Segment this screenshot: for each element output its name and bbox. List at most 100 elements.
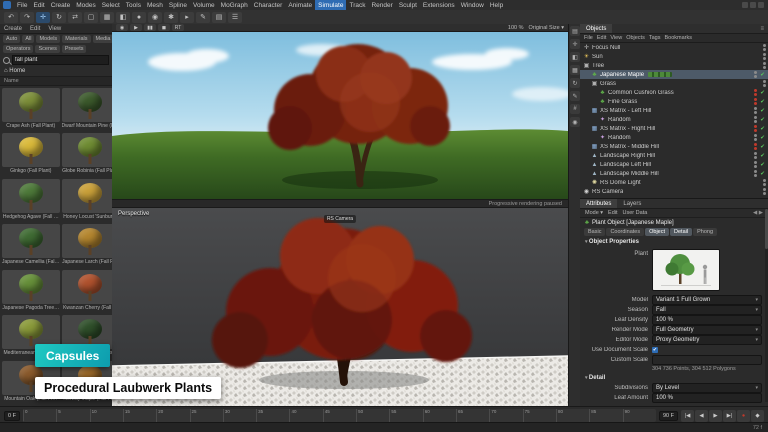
- asset-filter-button[interactable]: All: [22, 35, 34, 43]
- object-tree-item[interactable]: ▲ Landscape Right Hill ✔: [580, 151, 768, 160]
- asset-filter-button[interactable]: Models: [36, 35, 60, 43]
- enabled-checkmark[interactable]: ✔: [759, 144, 766, 150]
- panel-menu-icon[interactable]: ≡: [760, 26, 768, 32]
- toolbar-icon[interactable]: ●: [132, 12, 146, 23]
- tab-objects[interactable]: Objects: [580, 24, 612, 33]
- transport-button[interactable]: ▶|: [723, 410, 736, 422]
- visibility-dots[interactable]: [763, 179, 766, 186]
- object-tree-item[interactable]: ☀ Sun: [580, 52, 768, 61]
- visibility-dots[interactable]: [763, 44, 766, 51]
- object-tree-item[interactable]: ▦ XS Matrix - Middle Hill ✔: [580, 142, 768, 151]
- asset-browser-tab[interactable]: Edit: [26, 26, 44, 32]
- asset-item[interactable]: Kwanzan Cherry (Fall …: [62, 270, 112, 313]
- object-tree-item[interactable]: ♣ Fine Grass ✔: [580, 97, 768, 106]
- transport-button[interactable]: ▶: [709, 410, 722, 422]
- history-arrows[interactable]: ◀ ▶: [753, 210, 763, 216]
- custom-scale-field[interactable]: [652, 355, 762, 365]
- toolbar-icon[interactable]: ✎: [196, 12, 210, 23]
- rail-tool-icon[interactable]: ▤: [570, 26, 580, 36]
- rail-tool-icon[interactable]: ◉: [570, 117, 580, 127]
- asset-browser-tab[interactable]: Create: [0, 26, 26, 32]
- asset-search-input[interactable]: [12, 55, 109, 65]
- asset-item[interactable]: Japanese Camellia (Fal…: [2, 224, 60, 267]
- objects-menu-item[interactable]: View: [610, 35, 622, 41]
- visibility-dots[interactable]: [754, 98, 757, 105]
- transport-button[interactable]: ◆: [751, 410, 764, 422]
- zoom-level[interactable]: 100 %: [508, 25, 524, 31]
- attribute-value-field[interactable]: Fall: [652, 305, 762, 315]
- visibility-dots[interactable]: [754, 116, 757, 123]
- toolbar-icon[interactable]: ↷: [20, 12, 34, 23]
- object-tree-item[interactable]: ▦ XS Matrix - Left Hill ✔: [580, 106, 768, 115]
- menu-item[interactable]: File: [14, 0, 30, 10]
- attribute-value-field[interactable]: 100 %: [652, 393, 762, 403]
- visibility-dots[interactable]: [754, 125, 757, 132]
- asset-item[interactable]: Japanese Larch (Fall P…: [62, 224, 112, 267]
- visibility-dots[interactable]: [754, 107, 757, 114]
- enabled-checkmark[interactable]: ✔: [759, 162, 766, 168]
- plant-preview-image[interactable]: [652, 249, 720, 291]
- attribute-value-field[interactable]: Proxy Geometry: [652, 335, 762, 345]
- menu-item[interactable]: Simulate: [315, 0, 346, 10]
- object-tree-item[interactable]: ▦ XS Matrix - Right Hill ✔: [580, 124, 768, 133]
- visibility-dots[interactable]: [763, 53, 766, 60]
- render-view-icon[interactable]: ◉: [116, 24, 128, 31]
- object-tree-item[interactable]: ▣ Tree: [580, 61, 768, 70]
- enabled-checkmark[interactable]: ✔: [759, 108, 766, 114]
- render-view-icon[interactable]: ▮▮: [144, 24, 156, 31]
- layout-icon[interactable]: [750, 2, 756, 8]
- viewport-label[interactable]: Perspective: [118, 211, 149, 217]
- attribute-tab[interactable]: Object: [645, 228, 669, 236]
- object-tree-item[interactable]: ♣ Common Cushion Grass ✔: [580, 88, 768, 97]
- edit-menu[interactable]: Edit: [608, 210, 617, 216]
- visibility-dots[interactable]: [754, 89, 757, 96]
- visibility-dots[interactable]: [754, 134, 757, 141]
- enabled-checkmark[interactable]: ✔: [759, 99, 766, 105]
- asset-item[interactable]: Honey Locust 'Sunbur…: [62, 179, 112, 222]
- tab-attributes[interactable]: Attributes: [580, 199, 617, 208]
- visibility-dots[interactable]: [763, 80, 766, 87]
- fit-mode-dropdown[interactable]: Original Size ▾: [529, 25, 564, 31]
- attribute-tab[interactable]: Phong: [693, 228, 717, 236]
- asset-browser-tab[interactable]: View: [44, 26, 65, 32]
- asset-breadcrumb[interactable]: ⌂ Home: [0, 66, 112, 76]
- attribute-tab[interactable]: Coordinates: [606, 228, 644, 236]
- section-detail[interactable]: Detail: [580, 373, 768, 383]
- enabled-checkmark[interactable]: ✔: [759, 90, 766, 96]
- object-tree-item[interactable]: ▲ Landscape Middle Hill ✔: [580, 169, 768, 178]
- menu-item[interactable]: Modes: [73, 0, 99, 10]
- menu-item[interactable]: Sculpt: [396, 0, 420, 10]
- attribute-value-field[interactable]: 100 %: [652, 315, 762, 325]
- objects-menu-item[interactable]: Objects: [626, 35, 645, 41]
- toolbar-icon[interactable]: ▸: [180, 12, 194, 23]
- enabled-checkmark[interactable]: ✔: [759, 153, 766, 159]
- object-tree-item[interactable]: ✛ Focus Null: [580, 43, 768, 52]
- toolbar-icon[interactable]: ▦: [100, 12, 114, 23]
- toolbar-icon[interactable]: ↻: [52, 12, 66, 23]
- objects-menu-item[interactable]: Tags: [649, 35, 661, 41]
- menu-item[interactable]: Animate: [285, 0, 315, 10]
- menu-item[interactable]: Select: [99, 0, 123, 10]
- object-tree-item[interactable]: ▣ Grass: [580, 79, 768, 88]
- rail-tool-icon[interactable]: ▦: [570, 65, 580, 75]
- render-view-icon[interactable]: ▶: [130, 24, 142, 31]
- visibility-dots[interactable]: [763, 62, 766, 69]
- asset-filter-button[interactable]: Materials: [62, 35, 90, 43]
- asset-item[interactable]: Ginkgo (Fall Plant): [2, 133, 60, 176]
- asset-item[interactable]: Hedgehog Agave (Fall …: [2, 179, 60, 222]
- toolbar-icon[interactable]: ☰: [228, 12, 242, 23]
- asset-name-column-header[interactable]: Name: [0, 76, 112, 86]
- toolbar-icon[interactable]: ◉: [148, 12, 162, 23]
- toolbar-icon[interactable]: ◧: [116, 12, 130, 23]
- menu-item[interactable]: Render: [368, 0, 395, 10]
- object-tree-item[interactable]: ✺ RS Dome Light: [580, 178, 768, 187]
- transport-button[interactable]: |◀: [681, 410, 694, 422]
- attribute-value-field[interactable]: By Level: [652, 383, 762, 393]
- objects-menu-item[interactable]: Edit: [597, 35, 606, 41]
- objects-menu-item[interactable]: Bookmarks: [664, 35, 692, 41]
- asset-item[interactable]: Japanese Pagoda Tree…: [2, 270, 60, 313]
- render-view-icon[interactable]: RT: [172, 24, 184, 31]
- render-view-icon[interactable]: ◼: [158, 24, 170, 31]
- menu-item[interactable]: MoGraph: [218, 0, 251, 10]
- menu-item[interactable]: Edit: [30, 0, 47, 10]
